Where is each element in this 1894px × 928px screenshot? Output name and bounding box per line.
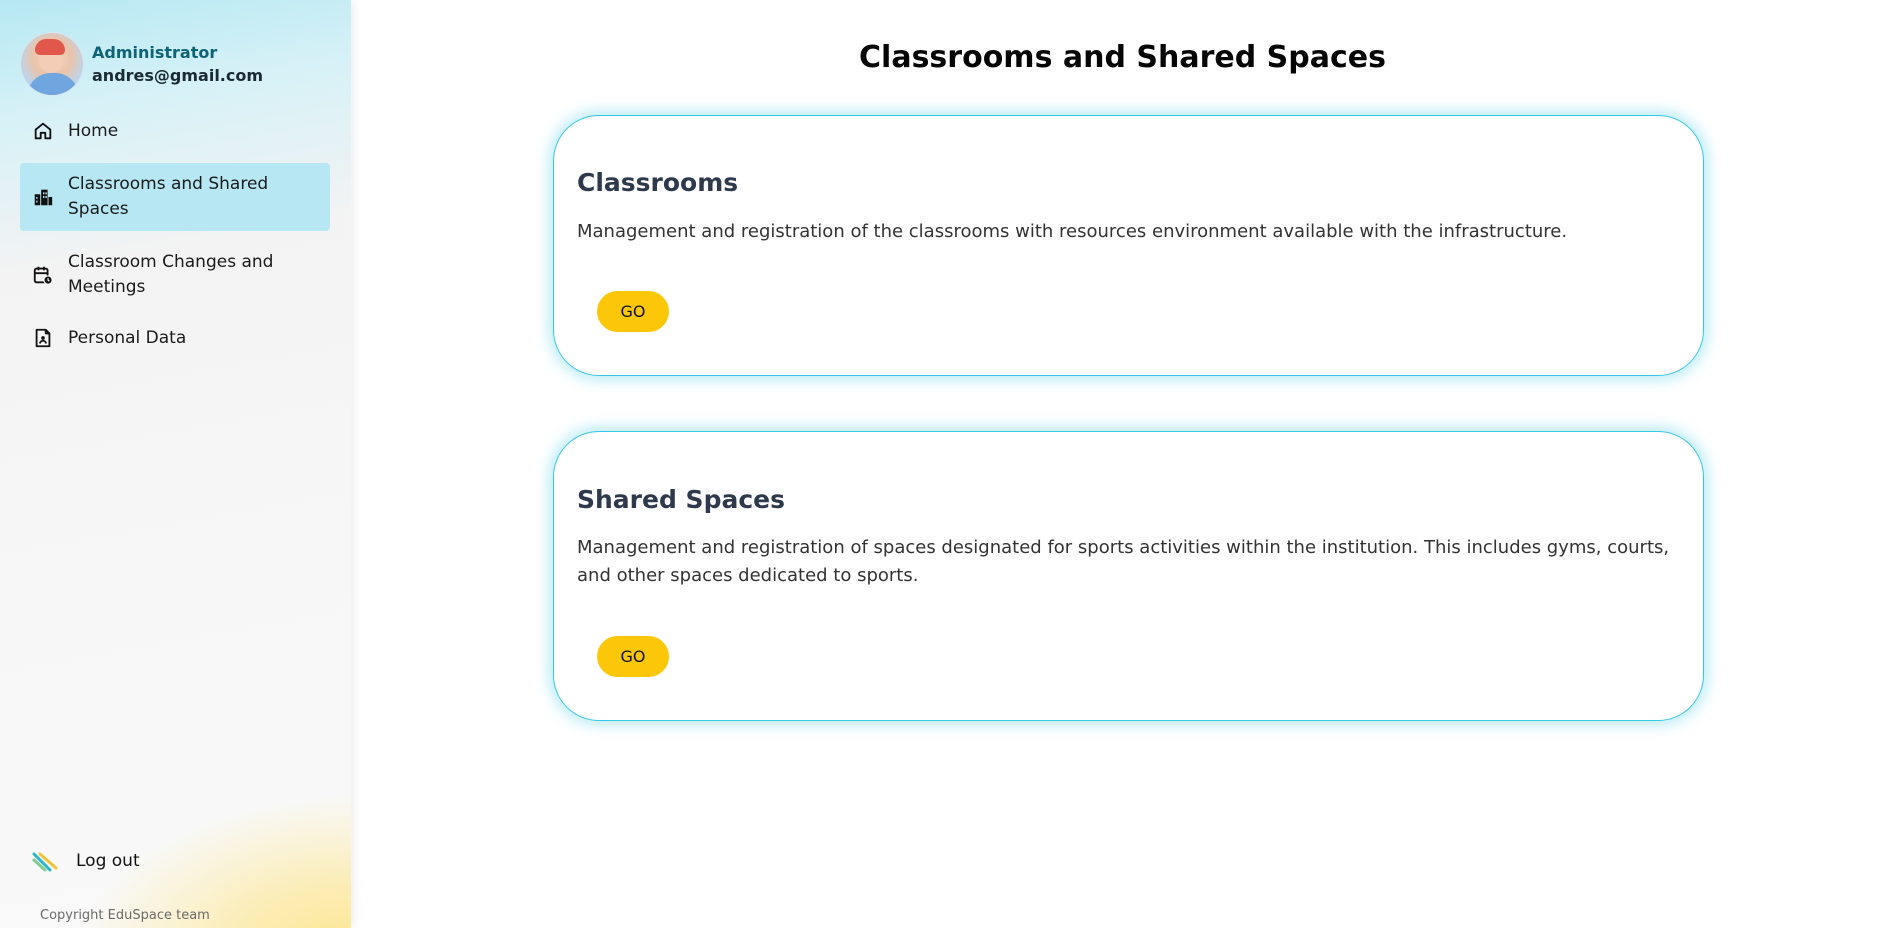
calendar-clock-icon — [33, 266, 53, 285]
sidebar-item-personal-data[interactable]: Personal Data — [20, 317, 330, 359]
logout-label: Log out — [76, 851, 140, 871]
page-title: Classrooms and Shared Spaces — [859, 40, 1386, 75]
sidebar-item-label: Personal Data — [68, 327, 187, 348]
card-description: Management and registration of the class… — [577, 221, 1568, 242]
sidebar-item-classrooms-shared-spaces[interactable]: Classrooms and Shared Spaces — [20, 163, 330, 231]
sidebar-item-home[interactable]: Home — [20, 110, 330, 152]
sidebar: Administrator andres@gmail.com Home Clas… — [0, 0, 351, 928]
go-button-shared-spaces[interactable]: GO — [597, 636, 669, 677]
building-icon — [34, 189, 53, 206]
copyright: Copyright EduSpace team — [40, 908, 210, 923]
sidebar-nav: Home Classrooms and Shared Spaces Classr… — [20, 110, 330, 359]
user-role: Administrator — [92, 43, 218, 62]
logout-icon — [32, 852, 58, 872]
home-icon — [34, 122, 52, 140]
sidebar-item-label: Classroom Changes and Meetings — [68, 252, 274, 297]
sidebar-item-classroom-changes-meetings[interactable]: Classroom Changes and Meetings — [20, 241, 330, 309]
user-email: andres@gmail.com — [92, 66, 264, 85]
card-shared-spaces: Shared Spaces Management and registratio… — [553, 431, 1704, 721]
go-button-classrooms[interactable]: GO — [597, 291, 669, 332]
card-classrooms: Classrooms Management and registration o… — [553, 115, 1704, 376]
card-title: Shared Spaces — [577, 485, 785, 514]
avatar — [20, 32, 84, 96]
sidebar-item-label: Home — [68, 120, 119, 141]
user-profile: Administrator andres@gmail.com — [20, 32, 263, 96]
card-description: Management and registration of spaces de… — [577, 537, 1670, 586]
sidebar-item-label: Classrooms and Shared Spaces — [68, 174, 269, 219]
card-title: Classrooms — [577, 168, 739, 197]
document-user-icon — [35, 328, 51, 348]
logout-button[interactable]: Log out — [32, 850, 140, 872]
